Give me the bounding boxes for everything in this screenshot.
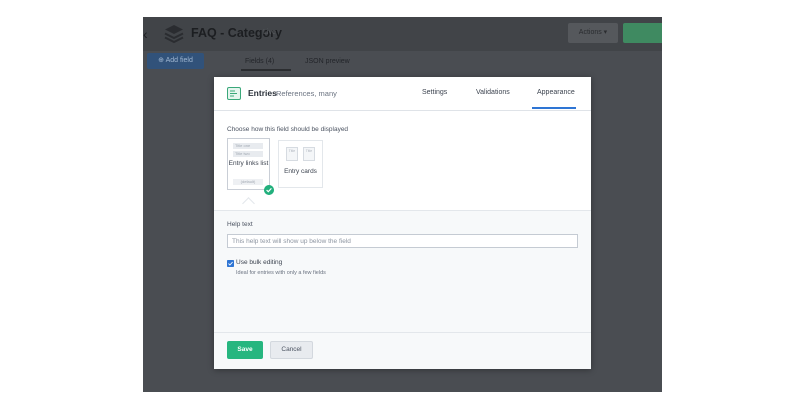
status-badge: Live [263,29,276,36]
choose-display-label: Choose how this field should be displaye… [227,126,349,133]
thumb-row: Title two [233,151,263,157]
cancel-button[interactable]: Cancel [270,341,313,359]
active-tab-indicator [241,69,291,71]
top-save-button[interactable] [623,23,662,43]
plus-icon: ⊕ [158,57,166,64]
appearance-section: Choose how this field should be displaye… [214,111,591,211]
modal-footer: Save Cancel [214,332,591,369]
active-tab-indicator [532,107,576,109]
help-text-label: Help text [227,221,253,228]
field-name: Entries [248,88,277,98]
thumb-row: Title one [233,143,263,149]
field-settings-modal: Entries References, many Settings Valida… [214,77,591,369]
tab-appearance[interactable]: Appearance [537,89,575,96]
bulk-editing-hint: Ideal for entries with only a few fields [236,270,326,276]
bulk-editing-checkbox[interactable] [227,260,234,267]
add-field-button[interactable]: ⊕ Add field [147,53,204,69]
tab-fields[interactable]: Fields (4) [245,58,274,65]
option-label: Entry cards [284,168,317,175]
content-type-icon [164,25,184,44]
option-label: Entry links list [228,160,269,167]
appearance-option-entry-cards[interactable]: Title Title Entry cards [278,140,323,188]
thumb-card: Title [286,147,298,161]
reference-field-icon [227,87,241,100]
actions-button[interactable]: Actions ▾ [568,23,618,43]
save-button[interactable]: Save [227,341,263,359]
back-chevron-icon[interactable]: ‹ [143,26,151,42]
appearance-option-entry-links-list[interactable]: Title one Title two Entry links list (de… [227,138,270,190]
tab-settings[interactable]: Settings [422,89,447,96]
field-type: References, many [276,89,337,98]
modal-body: Choose how this field should be displaye… [214,111,591,369]
help-text-input[interactable] [227,234,578,248]
default-badge: (default) [233,179,263,185]
app-topbar: ‹ FAQ - Category Live Actions ▾ [143,17,662,51]
thumb-card: Title [303,147,315,161]
modal-header: Entries References, many Settings Valida… [214,77,591,111]
selection-caret [242,197,255,210]
check-circle-icon [264,185,274,195]
add-field-label: Add field [165,57,193,64]
tab-json-preview[interactable]: JSON preview [305,58,350,65]
tab-validations[interactable]: Validations [476,89,510,96]
bulk-editing-label: Use bulk editing [236,259,283,266]
